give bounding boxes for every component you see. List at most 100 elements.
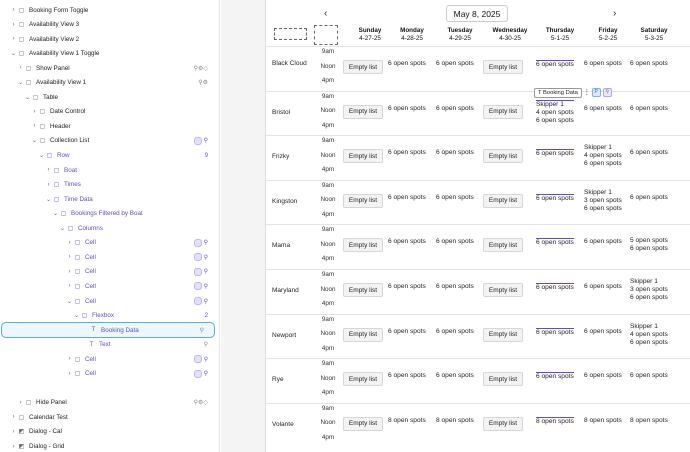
layer-row[interactable]: › ◩ Dialog - Cal <box>0 425 218 439</box>
empty-list-button[interactable]: Empty list <box>483 149 523 164</box>
availability-cell[interactable]: 8 open spots <box>630 417 668 425</box>
layer-row[interactable]: › ▢ Boat <box>0 163 218 177</box>
empty-list-button[interactable]: Empty list <box>483 60 523 74</box>
availability-cell[interactable]: 6 open spots <box>436 105 474 113</box>
layer-row[interactable]: › ◩ Dialog - Grid <box>0 440 218 452</box>
layer-row[interactable]: › ▢ Cell ⚲ <box>0 367 218 381</box>
chevron-icon[interactable]: › <box>10 444 17 450</box>
availability-cell[interactable]: 6 open spots <box>584 328 622 336</box>
chevron-icon[interactable]: › <box>66 283 73 289</box>
layer-row[interactable]: › ▢ Cell ⚲ <box>0 250 218 264</box>
empty-list-button[interactable]: Empty list <box>483 327 523 342</box>
empty-list-button[interactable]: Empty list <box>343 104 383 119</box>
next-week-arrow-icon[interactable]: › <box>613 8 616 19</box>
availability-cell[interactable]: 8 open spots <box>436 417 474 425</box>
chevron-icon[interactable]: › <box>66 240 73 246</box>
availability-cell[interactable]: 6 open spots <box>584 372 622 380</box>
layer-row[interactable]: ⌄ ▢ Columns <box>0 221 218 235</box>
more-icon[interactable]: ⋮ <box>584 90 590 96</box>
chevron-icon[interactable]: › <box>66 254 73 260</box>
availability-cell[interactable]: 6 open spots <box>388 149 426 157</box>
chevron-icon[interactable]: › <box>10 414 17 420</box>
chevron-icon[interactable]: ⌄ <box>73 312 80 319</box>
empty-list-button[interactable]: Empty list <box>343 283 383 297</box>
component-icon[interactable]: P <box>591 88 601 98</box>
chevron-icon[interactable]: › <box>17 400 24 406</box>
layer-row[interactable]: › ▢ Header <box>0 119 218 133</box>
availability-cell[interactable]: 6 open spots <box>536 327 574 337</box>
chevron-icon[interactable]: › <box>45 182 52 188</box>
chevron-icon[interactable]: › <box>31 123 38 129</box>
chevron-icon[interactable]: › <box>66 356 73 362</box>
layer-row[interactable]: › ▢ Cell ⚲ <box>0 352 218 366</box>
availability-cell[interactable]: 6 open spots <box>388 194 426 202</box>
chevron-icon[interactable]: › <box>10 429 17 435</box>
availability-cell[interactable]: 6 open spots <box>584 60 622 68</box>
availability-cell[interactable]: 6 open spots <box>630 372 668 380</box>
chevron-icon[interactable]: ⌄ <box>59 225 66 232</box>
empty-list-button[interactable]: Empty list <box>343 372 383 387</box>
empty-list-button[interactable]: Empty list <box>343 238 383 253</box>
layer-row[interactable]: ⌄ ▢ Row 9 <box>0 149 218 163</box>
chevron-icon[interactable]: ⌄ <box>31 137 38 144</box>
layer-row[interactable]: › ▢ Calendar Test <box>0 410 218 424</box>
empty-list-button[interactable]: Empty list <box>483 416 523 431</box>
empty-list-button[interactable]: Empty list <box>483 283 523 297</box>
availability-cell[interactable]: 8 open spots <box>536 416 574 426</box>
chevron-icon[interactable]: › <box>66 269 73 275</box>
availability-cell[interactable]: 6 open spots <box>630 105 668 113</box>
availability-cell[interactable]: 6 open spots <box>536 283 574 292</box>
availability-cell[interactable]: Skipper 14 open spots 6 open spots <box>536 99 574 125</box>
availability-cell[interactable]: 6 open spots <box>536 149 574 158</box>
chevron-icon[interactable]: ⌄ <box>17 79 24 86</box>
layer-row[interactable]: › ▢ Times <box>0 178 218 192</box>
chevron-icon[interactable]: ⌄ <box>66 298 73 305</box>
availability-cell[interactable]: 6 open spots <box>536 372 574 381</box>
layer-row[interactable]: › ▢ Date Control <box>0 105 218 119</box>
layer-row[interactable]: T Text ⚲ <box>0 338 218 352</box>
availability-cell[interactable]: Skipper 14 open spots 6 open spots <box>630 323 668 347</box>
availability-cell[interactable]: 6 open spots <box>436 149 474 157</box>
availability-cell[interactable]: 6 open spots <box>436 194 474 202</box>
empty-list-button[interactable]: Empty list <box>483 238 523 253</box>
availability-cell[interactable]: 6 open spots <box>436 60 474 68</box>
availability-cell[interactable]: 6 open spots <box>630 60 668 68</box>
chevron-icon[interactable]: › <box>66 371 73 377</box>
empty-list-button[interactable]: Empty list <box>483 193 523 208</box>
chevron-icon[interactable]: ⌄ <box>24 94 31 101</box>
chevron-icon[interactable]: ⌄ <box>10 50 17 57</box>
empty-list-button[interactable]: Empty list <box>483 104 523 119</box>
chevron-icon[interactable]: › <box>31 109 38 115</box>
layer-row[interactable]: › ▢ Booking Form Toggle <box>0 3 218 17</box>
availability-cell[interactable]: 6 open spots <box>536 193 574 203</box>
chevron-icon[interactable]: ⌄ <box>45 196 52 203</box>
element-tag[interactable]: T Booking Data <box>534 87 582 98</box>
chevron-icon[interactable]: ⌄ <box>38 152 45 159</box>
layer-row[interactable]: › ▢ Hide Panel ⚲⚙◇ <box>0 396 218 410</box>
availability-cell[interactable]: 6 open spots <box>388 328 426 336</box>
layer-row[interactable]: ⌄ ▢ Availability View 1 Toggle <box>0 47 218 61</box>
layer-row[interactable]: ⌄ ▢ Bookings Filtered by Boat <box>0 207 218 221</box>
availability-cell[interactable]: 6 open spots <box>388 283 426 291</box>
layer-row[interactable]: › ▢ Cell ⚲ <box>0 236 218 250</box>
layer-row[interactable]: › ▢ Availability View 3 <box>0 18 218 32</box>
availability-cell[interactable]: 6 open spots <box>536 238 574 247</box>
availability-cell[interactable]: 6 open spots <box>388 372 426 380</box>
prev-week-arrow-icon[interactable]: ‹ <box>324 8 327 19</box>
availability-cell[interactable]: 6 open spots <box>630 194 668 202</box>
chevron-icon[interactable]: › <box>10 7 17 13</box>
availability-cell[interactable]: 6 open spots <box>584 283 622 291</box>
availability-cell[interactable]: 6 open spots <box>436 372 474 380</box>
availability-cell[interactable]: 6 open spots <box>536 60 574 69</box>
availability-cell[interactable]: 6 open spots <box>436 238 474 246</box>
layer-row[interactable]: T Booking Data ⚲ <box>1 322 215 339</box>
availability-cell[interactable]: 6 open spots <box>388 238 426 246</box>
availability-cell[interactable]: 6 open spots <box>436 283 474 291</box>
availability-cell[interactable]: Skipper 14 open spots 6 open spots <box>584 144 622 168</box>
availability-cell[interactable]: 6 open spots <box>630 149 668 157</box>
layer-row[interactable]: ⌄ ▢ Collection List ⚲ <box>0 134 218 148</box>
availability-cell[interactable]: 6 open spots <box>584 105 622 113</box>
chevron-icon[interactable]: › <box>17 65 24 71</box>
empty-list-button[interactable]: Empty list <box>483 372 523 387</box>
chevron-icon[interactable]: ⌄ <box>52 210 59 217</box>
